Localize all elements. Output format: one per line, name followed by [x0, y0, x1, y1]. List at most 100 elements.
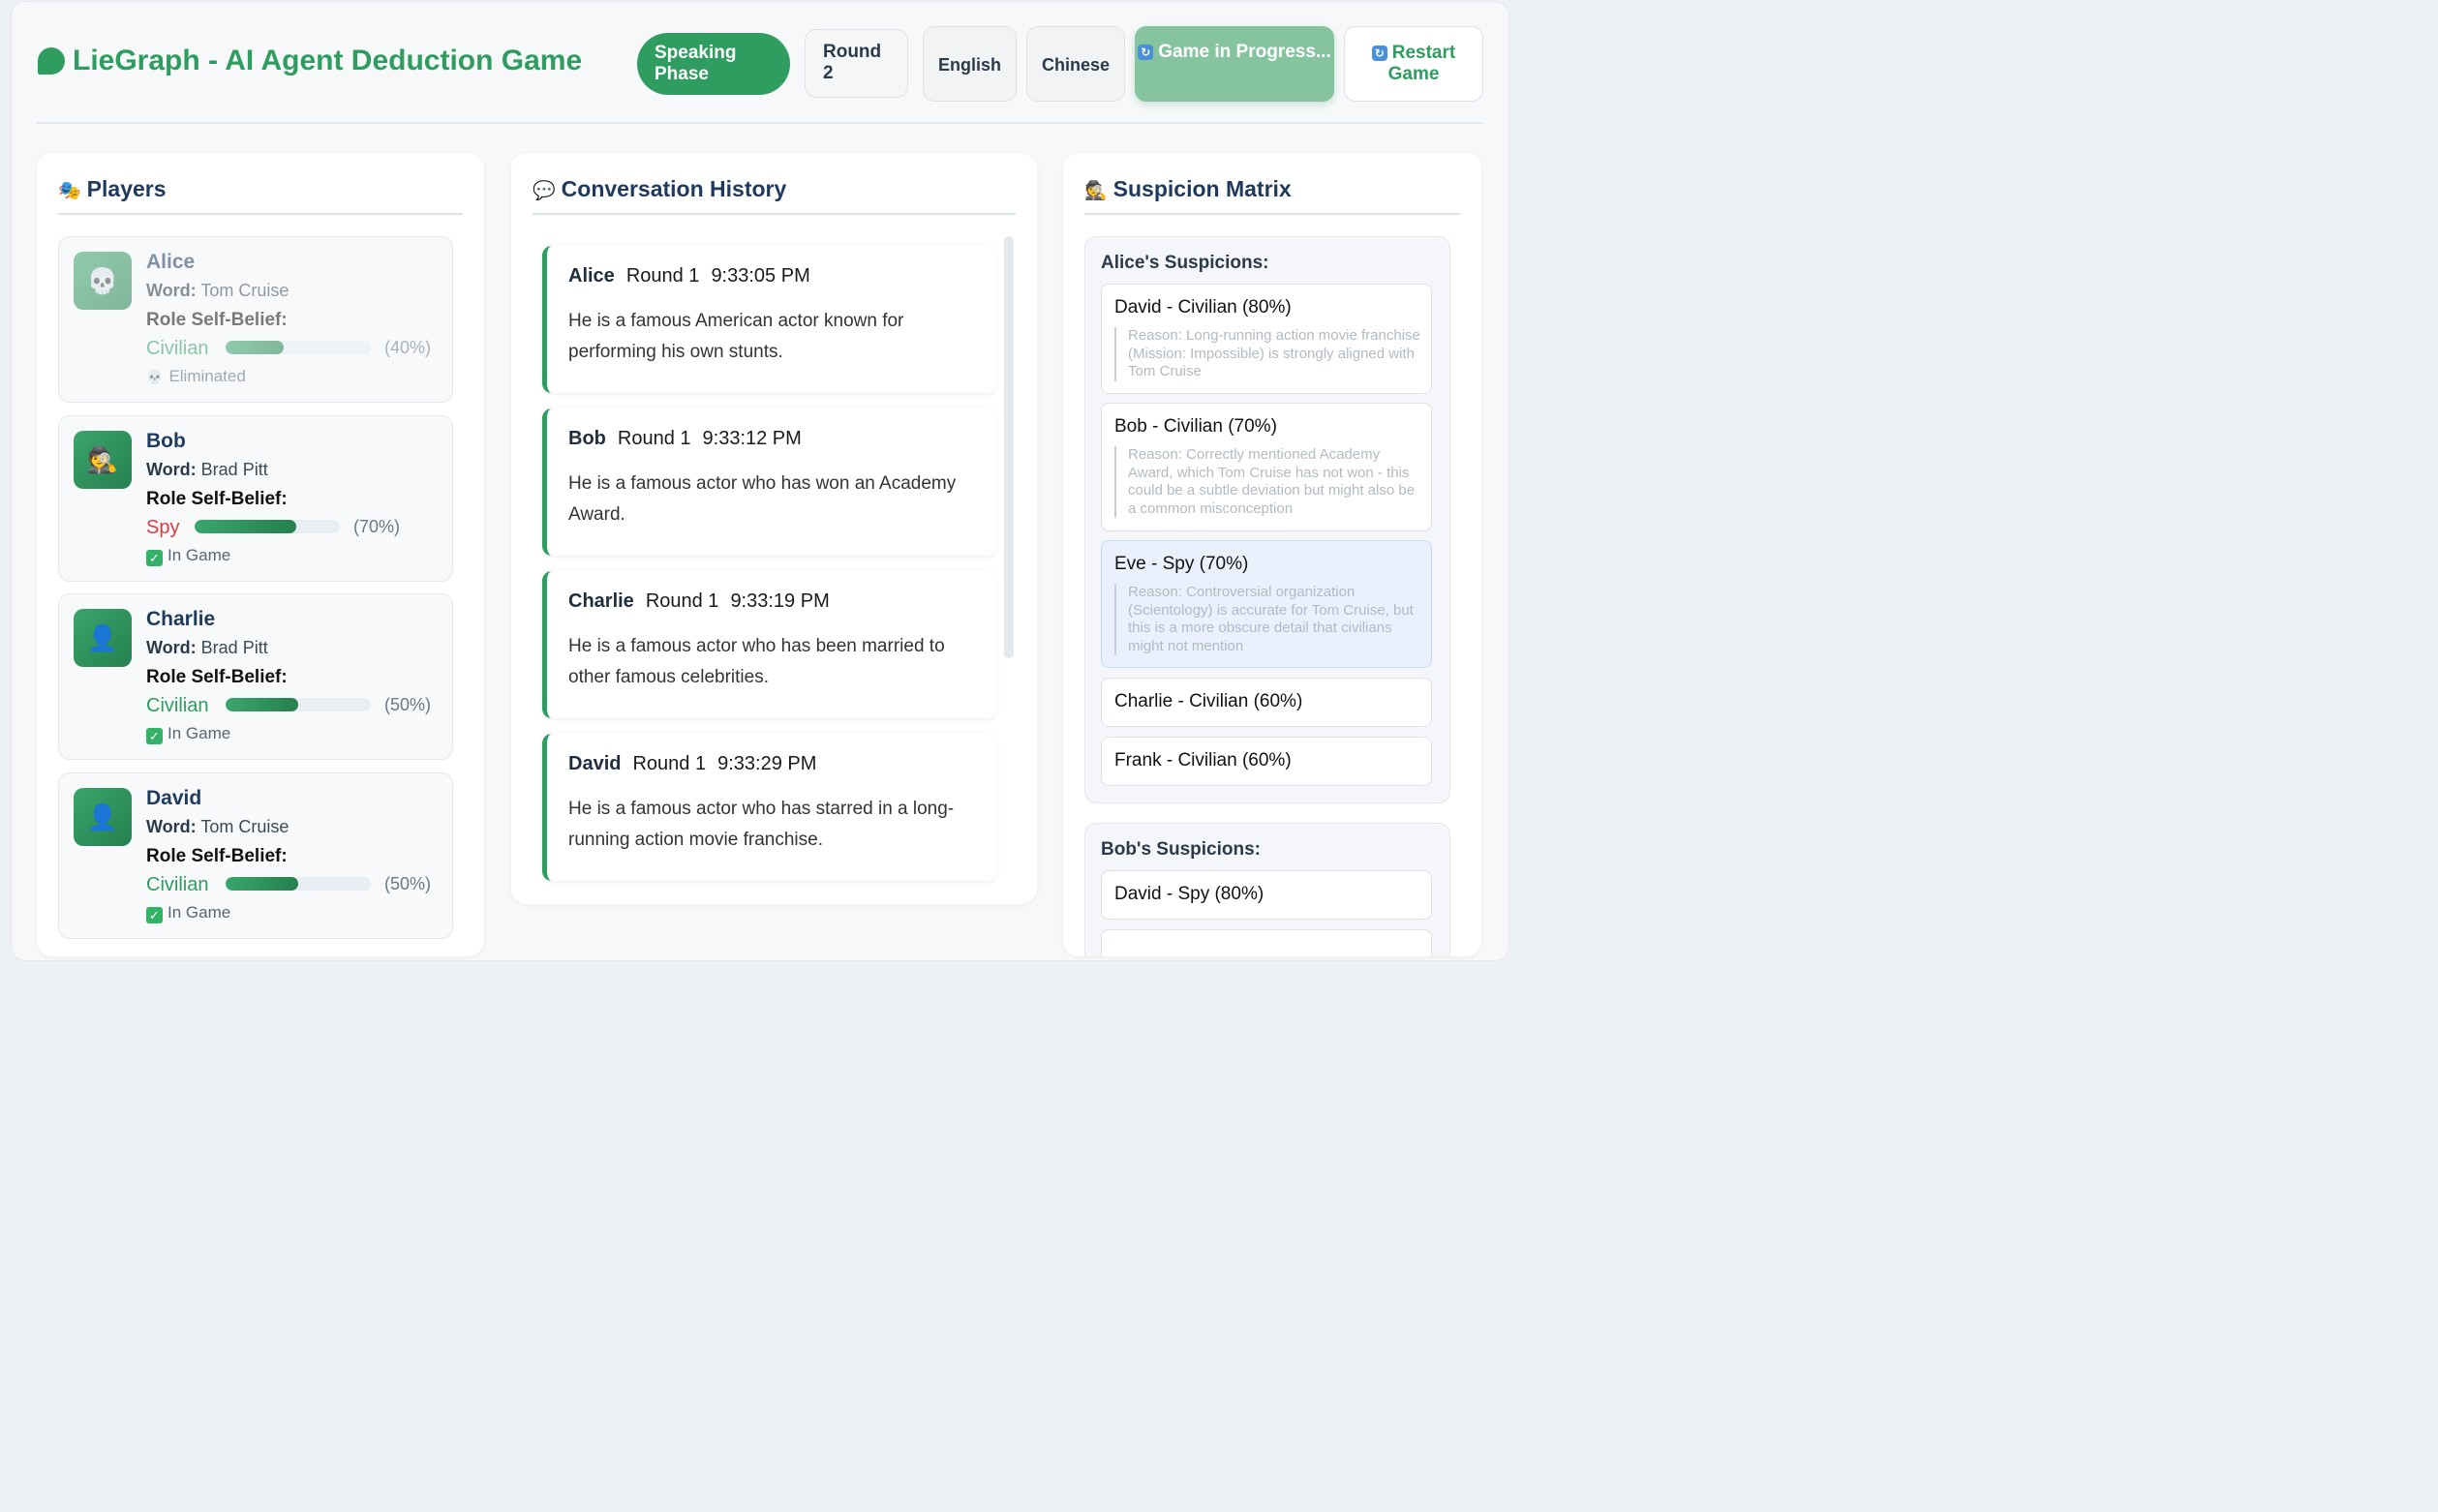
restart-game-button[interactable]: ↻ Restart Game — [1344, 26, 1483, 102]
message-text: He is a famous actor who has won an Acad… — [568, 473, 957, 525]
player-card-bob[interactable]: 🕵 Bob Word: Brad Pitt Role Self-Belief: … — [58, 415, 453, 582]
confidence-bar-fill — [226, 341, 284, 354]
role-belief-label: Role Self-Belief: — [146, 846, 288, 866]
suspicion-item: Frank - Civilian (60%) — [1101, 737, 1432, 786]
role-belief-value: Spy — [146, 517, 180, 538]
suspicion-group-title: Bob's Suspicions: — [1101, 839, 1261, 860]
suspicion-label: Charlie - Civilian (60%) — [1114, 691, 1303, 711]
message-text: He is a famous actor who has been marrie… — [568, 636, 945, 687]
logo-icon — [38, 47, 65, 75]
speech-bubble-icon: 💬 — [533, 181, 556, 201]
confidence-percent: (70%) — [353, 517, 401, 536]
player-card-charlie[interactable]: 👤 Charlie Word: Brad Pitt Role Self-Beli… — [58, 593, 453, 760]
suspicion-reason: Reason: Correctly mentioned Academy Awar… — [1114, 446, 1420, 519]
message-card: Alice Round 1 9:33:05 PM He is a famous Am… — [542, 246, 996, 393]
suspicion-group-bob: Bob's Suspicions: David - Spy (80%) — [1084, 823, 1450, 956]
app-header: LieGraph - AI Agent Deduction Game Speak… — [37, 2, 1483, 124]
phase-badge: Speaking Phase — [637, 33, 790, 95]
conversation-title: 💬 Conversation History — [533, 176, 787, 201]
checkmark-icon: ✓ — [146, 550, 163, 566]
player-status: ✓ In Game — [146, 903, 230, 923]
suspicion-reason: Reason: Long-running action movie franch… — [1114, 327, 1420, 381]
detective-icon: 🕵 — [1084, 181, 1108, 201]
english-button[interactable]: English — [923, 26, 1017, 102]
message-card: Bob Round 1 9:33:12 PM He is a famous acto… — [542, 408, 996, 556]
confidence-bar — [226, 698, 371, 711]
suspicion-item: David - Civilian (80%) Reason: Long-runn… — [1101, 284, 1432, 394]
message-header: Charlie Round 1 9:33:19 PM — [568, 590, 830, 612]
message-header: Alice Round 1 9:33:05 PM — [568, 265, 810, 287]
confidence-percent: (50%) — [384, 695, 432, 714]
role-belief-value: Civilian — [146, 874, 209, 895]
app-page: LieGraph - AI Agent Deduction Game Speak… — [12, 2, 1509, 960]
player-name: Bob — [146, 430, 186, 452]
player-word: Word: Brad Pitt — [146, 460, 268, 479]
app-title: LieGraph - AI Agent Deduction Game — [73, 45, 583, 76]
suspicion-panel: 🕵 Suspicion Matrix Alice's Suspicions: Da… — [1063, 153, 1481, 956]
confidence-bar-fill — [195, 520, 296, 533]
role-belief-value: Civilian — [146, 695, 209, 716]
suspicion-item: David - Spy (80%) — [1101, 870, 1432, 920]
game-in-progress-button[interactable]: ↻ Game in Progress... — [1135, 26, 1334, 102]
players-title: 🎭 Players — [58, 176, 167, 201]
checkmark-icon: ✓ — [146, 907, 163, 923]
player-status: ✓ In Game — [146, 724, 230, 744]
player-name: Charlie — [146, 608, 216, 630]
person-icon: 👤 — [74, 788, 132, 846]
refresh-icon: ↻ — [1138, 45, 1154, 60]
player-name: David — [146, 787, 202, 809]
role-belief-value: Civilian — [146, 338, 209, 359]
divider — [58, 213, 463, 215]
message-card: Charlie Round 1 9:33:19 PM He is a famous … — [542, 571, 996, 718]
suspicion-label: Eve - Spy (70%) — [1114, 554, 1249, 574]
suspicion-label: Bob - Civilian (70%) — [1114, 416, 1277, 437]
confidence-bar — [226, 341, 371, 354]
theater-masks-icon: 🎭 — [58, 181, 81, 201]
suspicion-group-title: Alice's Suspicions: — [1101, 253, 1269, 273]
player-word: Word: Tom Cruise — [146, 281, 290, 300]
suspicion-item: Bob - Civilian (70%) Reason: Correctly m… — [1101, 403, 1432, 531]
confidence-bar-fill — [226, 698, 298, 711]
conversation-panel: 💬 Conversation History Alice Round 1 9:33:0… — [511, 153, 1037, 904]
suspicion-label: David - Civilian (80%) — [1114, 297, 1292, 318]
suspicion-item: Charlie - Civilian (60%) — [1101, 678, 1432, 727]
player-card-david[interactable]: 👤 David Word: Tom Cruise Role Self-Belie… — [58, 772, 453, 939]
confidence-percent: (50%) — [384, 874, 432, 893]
role-belief-label: Role Self-Belief: — [146, 489, 288, 509]
restart-game-label: Restart Game — [1387, 43, 1456, 84]
message-card: David Round 1 9:33:29 PM He is a famous ac… — [542, 734, 996, 881]
divider — [533, 213, 1016, 215]
confidence-bar-fill — [226, 877, 298, 891]
role-belief-label: Role Self-Belief: — [146, 310, 288, 330]
suspicion-group-alice: Alice's Suspicions: David - Civilian (80… — [1084, 236, 1450, 803]
player-status: ✓ In Game — [146, 546, 230, 566]
role-belief-label: Role Self-Belief: — [146, 667, 288, 687]
skull-icon: 💀 — [146, 369, 164, 384]
divider — [1084, 213, 1460, 215]
suspicion-item-highlighted: Eve - Spy (70%) Reason: Controversial or… — [1101, 540, 1432, 668]
message-header: David Round 1 9:33:29 PM — [568, 753, 817, 774]
suspicion-reason: Reason: Controversial organization (Scie… — [1114, 584, 1420, 656]
message-text: He is a famous American actor known for … — [568, 311, 904, 362]
player-word: Word: Tom Cruise — [146, 817, 290, 836]
chinese-button[interactable]: Chinese — [1026, 26, 1125, 102]
scrollbar[interactable] — [1004, 236, 1014, 658]
checkmark-icon: ✓ — [146, 728, 163, 744]
confidence-percent: (40%) — [384, 338, 432, 357]
confidence-bar — [195, 520, 340, 533]
players-panel: 🎭 Players 💀 Alice Word: Tom Cruise Role S… — [37, 153, 484, 956]
round-badge: Round 2 — [805, 29, 908, 98]
refresh-icon: ↻ — [1371, 45, 1387, 61]
game-in-progress-label: Game in Progress... — [1158, 42, 1331, 62]
suspicion-label: David - Spy (80%) — [1114, 884, 1265, 904]
player-status: 💀 Eliminated — [146, 367, 246, 385]
player-name: Alice — [146, 251, 196, 273]
confidence-bar — [226, 877, 371, 891]
suspicion-item — [1101, 929, 1432, 956]
player-word: Word: Brad Pitt — [146, 638, 268, 657]
suspicion-title: 🕵 Suspicion Matrix — [1084, 176, 1292, 201]
person-icon: 👤 — [74, 609, 132, 667]
message-text: He is a famous actor who has starred in … — [568, 799, 955, 850]
detective-icon: 🕵 — [74, 431, 132, 489]
player-card-alice[interactable]: 💀 Alice Word: Tom Cruise Role Self-Belie… — [58, 236, 453, 403]
